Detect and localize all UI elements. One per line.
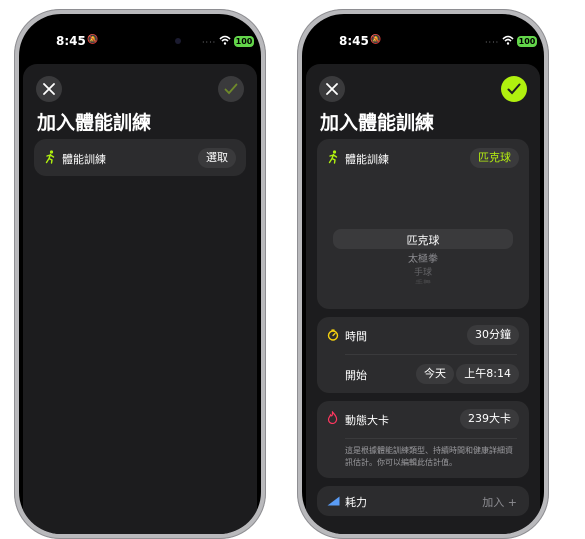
screen-left: 8:45 🔕 ···· 100 加入體能訓練 體能訓練 選取	[19, 14, 261, 534]
status-time: 8:45	[339, 34, 369, 48]
confirm-button[interactable]	[501, 76, 527, 102]
effort-label: 耗力	[345, 496, 367, 509]
effort-row[interactable]: 耗力 加入 +	[317, 486, 529, 516]
start-time-button[interactable]: 上午8:14	[456, 364, 519, 384]
effort-bar-icon	[327, 496, 340, 506]
dynamic-island	[106, 30, 176, 52]
workout-sheet: 加入體能訓練 體能訓練 選取	[23, 64, 257, 534]
start-day-button[interactable]: 今天	[416, 364, 454, 384]
divider	[345, 438, 517, 439]
choose-button[interactable]: 選取	[198, 148, 236, 168]
close-button[interactable]	[319, 76, 345, 102]
calories-card: 動態大卡 239大卡 這是根據體能訓練類型、持續時間和健康詳細資訊估計。你可以編…	[317, 401, 529, 478]
wifi-icon	[502, 35, 514, 45]
checkmark-icon	[224, 83, 238, 95]
camera-dot	[175, 38, 181, 44]
close-icon	[43, 83, 55, 95]
divider	[345, 354, 517, 355]
picker-item[interactable]: 手球	[317, 265, 529, 278]
phone-frame-right: 8:45 🔕 ···· 100 加入體能訓練 體能訓練 匹克球 匹克球 太極拳 …	[297, 9, 549, 539]
confirm-button[interactable]	[218, 76, 244, 102]
workout-type-row[interactable]: 體能訓練 選取	[34, 139, 246, 176]
close-button[interactable]	[36, 76, 62, 102]
active-calories-label: 動態大卡	[345, 414, 389, 427]
selected-workout-button[interactable]: 匹克球	[470, 148, 519, 168]
calories-note: 這是根據體能訓練類型、持續時間和健康詳細資訊估計。你可以編輯此估計值。	[345, 446, 513, 467]
page-title: 加入體能訓練	[37, 112, 152, 134]
add-effort-button[interactable]: 加入 +	[482, 494, 517, 510]
wifi-icon	[219, 35, 231, 45]
duration-button[interactable]: 30分鐘	[467, 325, 519, 345]
screen-right: 8:45 🔕 ···· 100 加入體能訓練 體能訓練 匹克球 匹克球 太極拳 …	[302, 14, 544, 534]
time-card: 時間 30分鐘 開始 今天 上午8:14	[317, 317, 529, 393]
picker-item[interactable]: 手舞	[317, 278, 529, 284]
bell-slash-icon: 🔕	[87, 35, 99, 45]
status-bar: 8:45 🔕 ···· 100	[302, 30, 544, 52]
bell-slash-icon: 🔕	[370, 35, 382, 45]
phone-frame-left: 8:45 🔕 ···· 100 加入體能訓練 體能訓練 選取	[14, 9, 266, 539]
workout-type-label: 體能訓練	[345, 153, 389, 166]
status-time: 8:45	[56, 34, 86, 48]
picker-item[interactable]: 太極拳	[317, 250, 529, 265]
calories-value-button[interactable]: 239大卡	[460, 409, 519, 429]
time-label: 時間	[345, 330, 367, 343]
signal-icon: ····	[485, 38, 500, 47]
battery-icon: 100	[234, 36, 254, 47]
dynamic-island	[389, 30, 459, 52]
timer-icon	[327, 329, 339, 341]
start-label: 開始	[345, 369, 367, 382]
signal-icon: ····	[202, 38, 217, 47]
battery-icon: 100	[517, 36, 537, 47]
flame-icon	[327, 411, 338, 424]
picker-item[interactable]: 匹克球	[317, 232, 529, 248]
workout-sheet: 加入體能訓練 體能訓練 匹克球 匹克球 太極拳 手球 手舞 時間 30分鐘 開始…	[306, 64, 540, 534]
workout-type-card: 體能訓練 匹克球 匹克球 太極拳 手球 手舞	[317, 139, 529, 309]
running-figure-icon	[45, 150, 55, 164]
workout-type-label: 體能訓練	[62, 153, 106, 166]
page-title: 加入體能訓練	[320, 112, 435, 134]
checkmark-icon	[507, 83, 521, 95]
status-bar: 8:45 🔕 ···· 100	[19, 30, 261, 52]
running-figure-icon	[328, 150, 338, 164]
close-icon	[326, 83, 338, 95]
